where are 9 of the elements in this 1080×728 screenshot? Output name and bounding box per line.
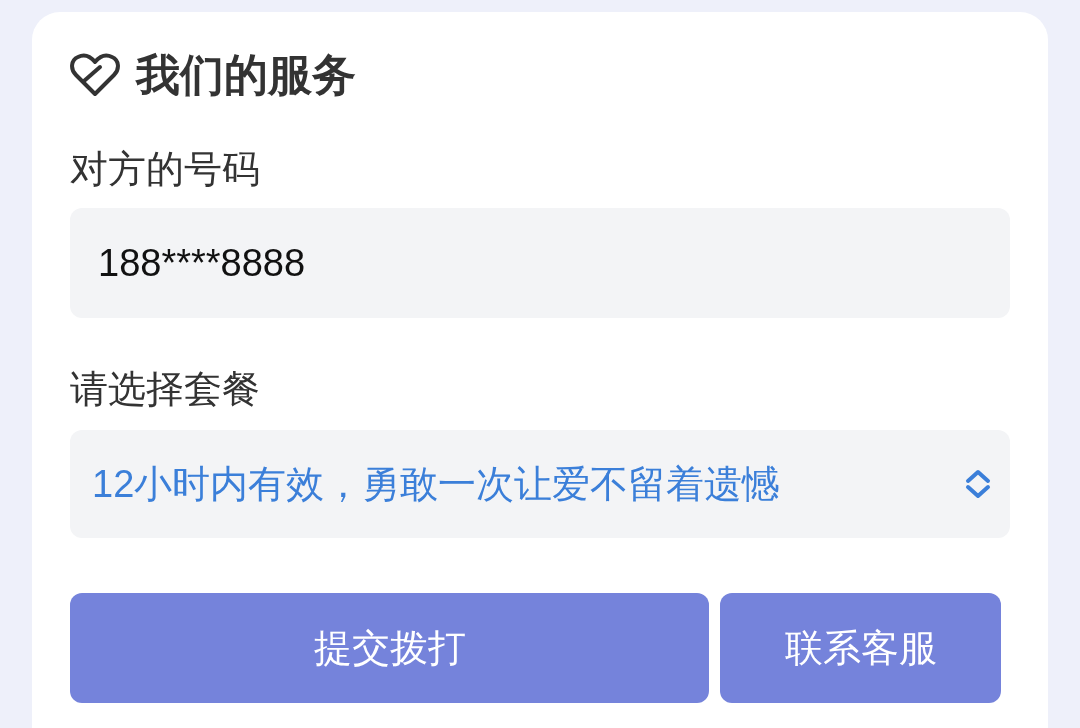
action-button[interactable]: 联系客服 — [720, 593, 1001, 703]
phone-input[interactable]: 188****8888 — [70, 208, 1010, 318]
chevron-up-down-icon — [964, 469, 992, 499]
plan-select[interactable]: 12小时内有效，勇敢一次让爱不留着遗憾 — [70, 430, 1010, 538]
field-label: 对方的号码 — [70, 147, 261, 192]
field-label: 请选择套餐 — [70, 367, 261, 412]
card-title: 我们的服务 — [136, 50, 356, 100]
heart-icon — [70, 53, 120, 97]
action-button[interactable]: 提交拨打 — [70, 593, 709, 703]
